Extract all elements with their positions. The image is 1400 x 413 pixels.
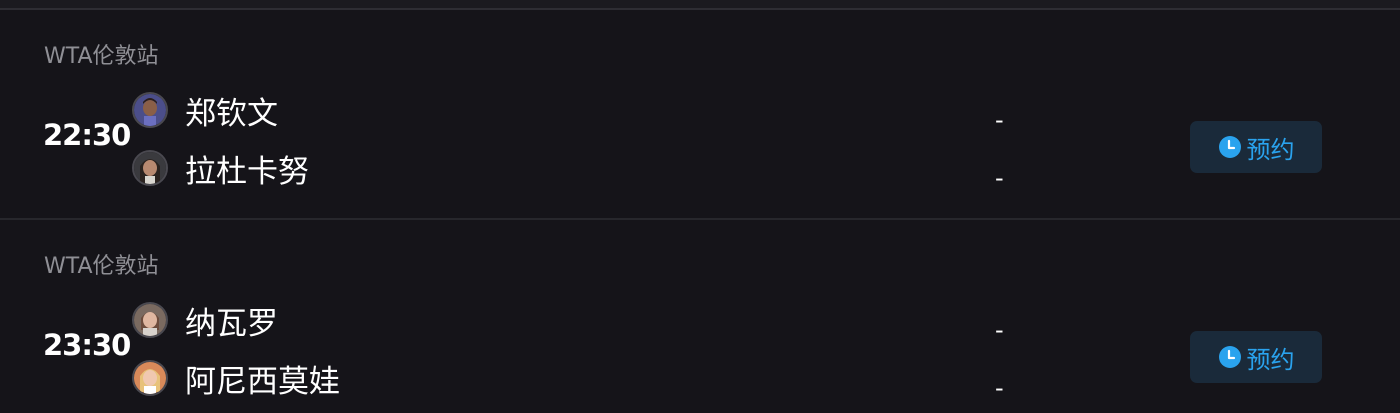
player-row[interactable]: 郑钦文 — [132, 90, 278, 132]
player-avatar — [132, 360, 168, 396]
player-name: 纳瓦罗 — [185, 305, 278, 342]
player-row[interactable]: 拉杜卡努 — [132, 148, 309, 190]
player-score: - — [995, 106, 1004, 134]
clock-icon — [1218, 346, 1241, 368]
player-name: 阿尼西莫娃 — [185, 363, 340, 400]
player-score: - — [995, 316, 1004, 344]
player-score: - — [995, 164, 1004, 192]
player-avatar — [132, 150, 168, 186]
top-divider — [0, 0, 1400, 10]
reserve-button[interactable]: 预约 — [1190, 331, 1322, 383]
reserve-label: 预约 — [1246, 345, 1295, 374]
reserve-button[interactable]: 预约 — [1190, 121, 1322, 173]
league-name: WTA伦敦站 — [44, 44, 159, 69]
player-row[interactable]: 纳瓦罗 — [132, 300, 278, 342]
match-time: 23:30 — [43, 328, 131, 362]
player-row[interactable]: 阿尼西莫娃 — [132, 358, 340, 400]
player-avatar — [132, 92, 168, 128]
match-card[interactable]: WTA伦敦站 22:30 郑钦文 - 拉杜卡努 - 预约 — [0, 10, 1400, 218]
player-avatar — [132, 302, 168, 338]
league-name: WTA伦敦站 — [44, 254, 159, 279]
match-time: 22:30 — [43, 118, 131, 152]
player-score: - — [995, 374, 1004, 402]
player-name: 郑钦文 — [185, 95, 278, 132]
clock-icon — [1218, 136, 1241, 158]
player-name: 拉杜卡努 — [185, 153, 309, 190]
reserve-label: 预约 — [1246, 135, 1295, 164]
match-card[interactable]: WTA伦敦站 23:30 纳瓦罗 - 阿尼西莫娃 - 预约 — [0, 220, 1400, 413]
